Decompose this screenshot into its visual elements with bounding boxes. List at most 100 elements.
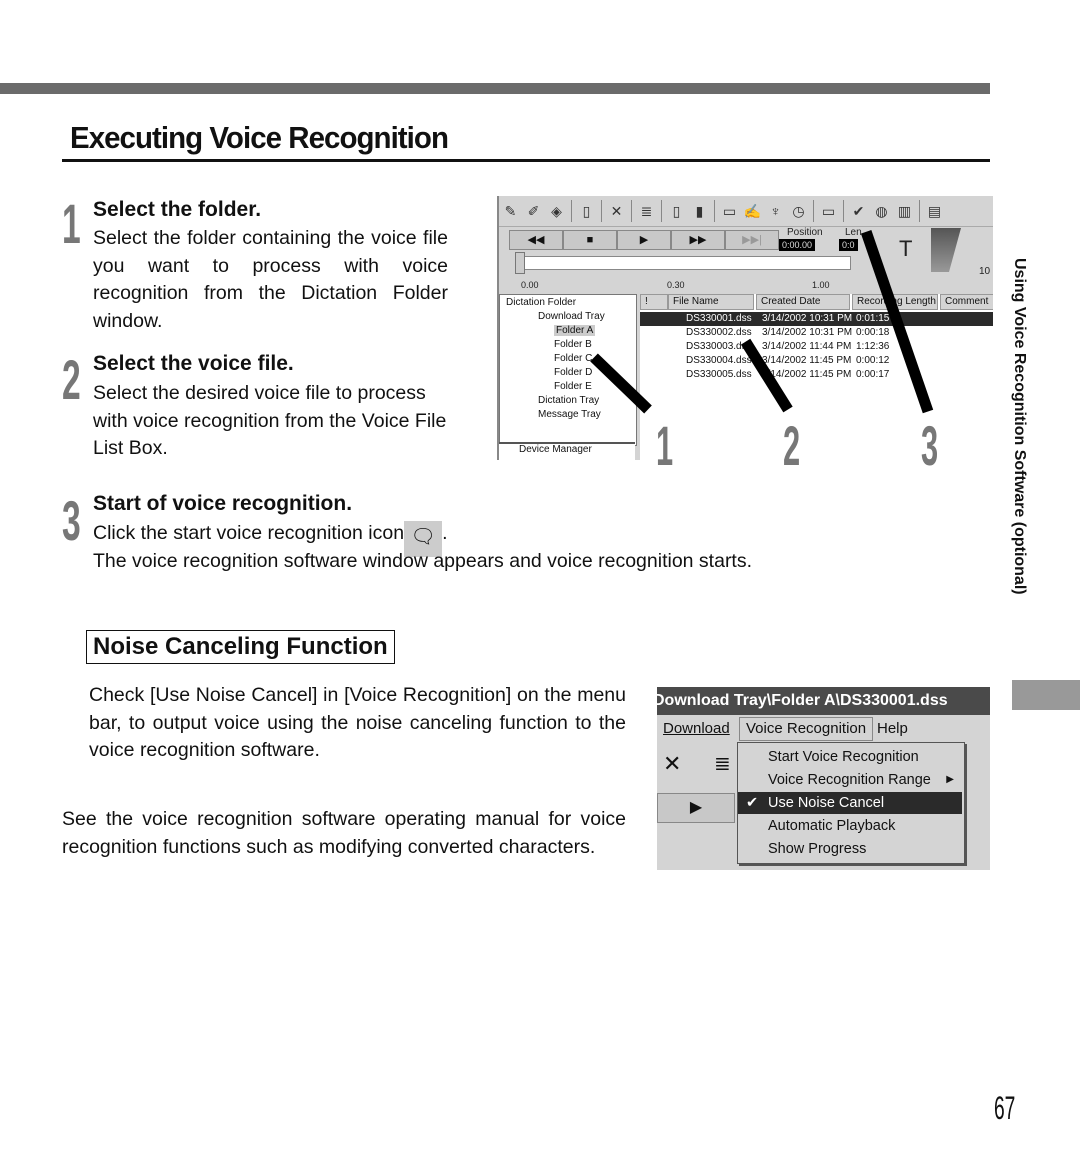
file-row[interactable]: DS330003.dss 3/14/2002 11:44 PM 1:12:36 [640,340,993,354]
menu-item-use-noise-cancel[interactable]: ✔ Use Noise Cancel [738,792,962,814]
window-title: Download Tray\Folder A\DS330001.dss [657,687,990,715]
tree-item-folder-a[interactable]: Folder A [554,325,596,336]
step-3-heading: Start of voice recognition. [93,492,353,515]
speech-bubble-icon[interactable]: ▭ [817,203,840,220]
device-manager[interactable]: Device Manager [499,442,635,460]
device-manager-label: Device Manager [519,444,592,455]
check-icon[interactable]: ✔ [847,203,870,220]
tone-icon[interactable]: T [899,236,912,262]
callout-number-1: 1 [656,414,674,477]
header-bar [0,83,990,94]
device-icon[interactable]: ▤ [923,203,946,220]
list-icon[interactable]: ≣ [635,203,658,220]
menu-item-voice-recognition-range[interactable]: Voice Recognition Range ▶ [738,769,962,791]
menu-item-automatic-playback[interactable]: Automatic Playback [738,815,962,837]
ruler-tick: 1.00 [812,280,830,290]
title-rule [62,159,990,162]
speaker-icon[interactable]: ◈ [545,203,568,220]
column-header-priority[interactable]: ! [640,294,668,310]
step-3-text-after: . [442,522,448,544]
step-3-text-before: Click the start voice recognition icon [93,522,405,544]
tree-item-folder-d[interactable]: Folder D [554,367,592,378]
step-3-number: 3 [62,489,81,552]
file-name: DS330005.dss [686,369,752,380]
noise-paragraph-1: Check [Use Noise Cancel] in [Voice Recog… [89,684,626,761]
globe-icon[interactable]: ◍ [870,203,893,220]
tree-item-dictation-folder[interactable]: Dictation Folder [506,297,576,308]
file-row[interactable]: DS330001.dss 3/14/2002 10:31 PM 0:01:15 [640,312,993,326]
checkmark-icon: ✔ [746,795,759,811]
fast-forward-button[interactable]: ▶▶ [671,230,725,250]
length-value: 0:0 [839,239,858,251]
page-number: 67 [994,1090,1016,1126]
rewind-button[interactable]: ◀◀ [509,230,563,250]
callout-number-2: 2 [783,414,801,477]
folder-icon[interactable]: ▭ [718,203,741,220]
volume-label: 10 [979,266,991,277]
delete-icon[interactable]: ✕ [605,203,628,220]
book-icon[interactable]: ▥ [893,203,916,220]
tree-item-download-tray[interactable]: Download Tray [538,311,605,322]
skip-end-button[interactable]: ▶▶| [725,230,779,250]
play-button[interactable]: ▶ [617,230,671,250]
page-title: Executing Voice Recognition [70,120,449,155]
move-up-icon[interactable]: ▮ [688,203,711,220]
delete-icon[interactable]: ✕ [663,751,681,777]
file-date: 3/14/2002 11:44 PM [762,341,852,352]
step-2-text: Select the desired voice file to process… [93,382,447,459]
ruler-tick: 0.30 [667,280,685,290]
tree-item-message-tray[interactable]: Message Tray [538,409,601,420]
list-icon[interactable]: ≣ [714,751,731,776]
download-icon[interactable]: ✎ [499,203,522,220]
file-date: 3/14/2002 10:31 PM [762,327,853,338]
column-header-created-date[interactable]: Created Date [756,294,850,310]
recorder-icon[interactable]: ▯ [575,203,598,220]
file-row[interactable]: DS330004.dss 3/14/2002 11:45 PM 0:00:12 [640,354,993,368]
toolbar: ✎ ✐ ◈ ▯ ✕ ≣ ▯ ▮ ▭ ✍ ♆ ◷ ▭ ✔ ◍ ▥ ▤ [499,196,993,227]
play-button[interactable]: ▶ [657,793,735,823]
mic-icon[interactable]: ♆ [764,203,787,219]
seek-thumb[interactable] [515,252,525,274]
menu-item-start-voice-recognition[interactable]: Start Voice Recognition [738,746,962,768]
menu-download[interactable]: Download [663,717,730,741]
stop-button[interactable]: ■ [563,230,617,250]
ruler-tick: 0.00 [521,280,539,290]
step-1-number: 1 [62,192,81,255]
tree-item-dictation-tray[interactable]: Dictation Tray [538,395,599,406]
tree-item-folder-b[interactable]: Folder B [554,339,592,350]
file-length: 0:01:15 [856,313,890,324]
seek-bar[interactable] [519,256,851,270]
edit-icon[interactable]: ✍ [741,203,764,220]
column-header-comment[interactable]: Comment [940,294,993,310]
file-row[interactable]: DS330002.dss 3/14/2002 10:31 PM 0:00:18 [640,326,993,340]
move-down-icon[interactable]: ▯ [665,203,688,220]
voice-recognition-menu: Start Voice Recognition Voice Recognitio… [737,742,965,864]
menu-help[interactable]: Help [877,717,908,741]
file-date: 3/14/2002 11:45 PM [762,355,852,366]
file-name: DS330001.dss [686,313,752,324]
file-length: 0:00:12 [856,355,890,366]
column-header-file-name[interactable]: File Name [668,294,754,310]
file-length: 0:00:18 [856,327,890,338]
noise-paragraph-2: See the voice recognition software opera… [62,808,626,858]
section-title: Noise Canceling Function [86,630,395,664]
menu-item-show-progress[interactable]: Show Progress [738,838,962,860]
upload-icon[interactable]: ✐ [522,203,545,220]
menu-voice-recognition[interactable]: Voice Recognition [739,717,874,741]
file-row[interactable]: DS330005.dss 3/14/2002 11:45 PM 0:00:17 [640,368,993,382]
step-3-text2: The voice recognition software window ap… [93,550,753,572]
submenu-arrow-icon: ▶ [946,774,954,785]
tree-item-folder-e[interactable]: Folder E [554,381,592,392]
file-date: 3/14/2002 10:31 PM [762,313,853,324]
step-1-text: Select the folder containing the voice f… [93,227,448,332]
tree-item-folder-c[interactable]: Folder C [554,353,592,364]
dictation-folder-tree: Dictation Folder Download Tray Folder A … [499,294,637,446]
timer-icon[interactable]: ◷ [787,203,810,220]
volume-slider[interactable] [931,228,961,272]
software-screenshot: ✎ ✐ ◈ ▯ ✕ ≣ ▯ ▮ ▭ ✍ ♆ ◷ ▭ ✔ ◍ ▥ ▤ ◀◀ ■ ▶… [497,196,993,460]
callout-number-3: 3 [921,414,939,477]
menu-screenshot: Download Tray\Folder A\DS330001.dss Down… [657,687,990,870]
transport-controls: ◀◀ ■ ▶ ▶▶ ▶▶| [509,230,779,250]
length-label: Len [845,227,862,238]
menu-bar: Download Voice Recognition Help [657,717,990,741]
